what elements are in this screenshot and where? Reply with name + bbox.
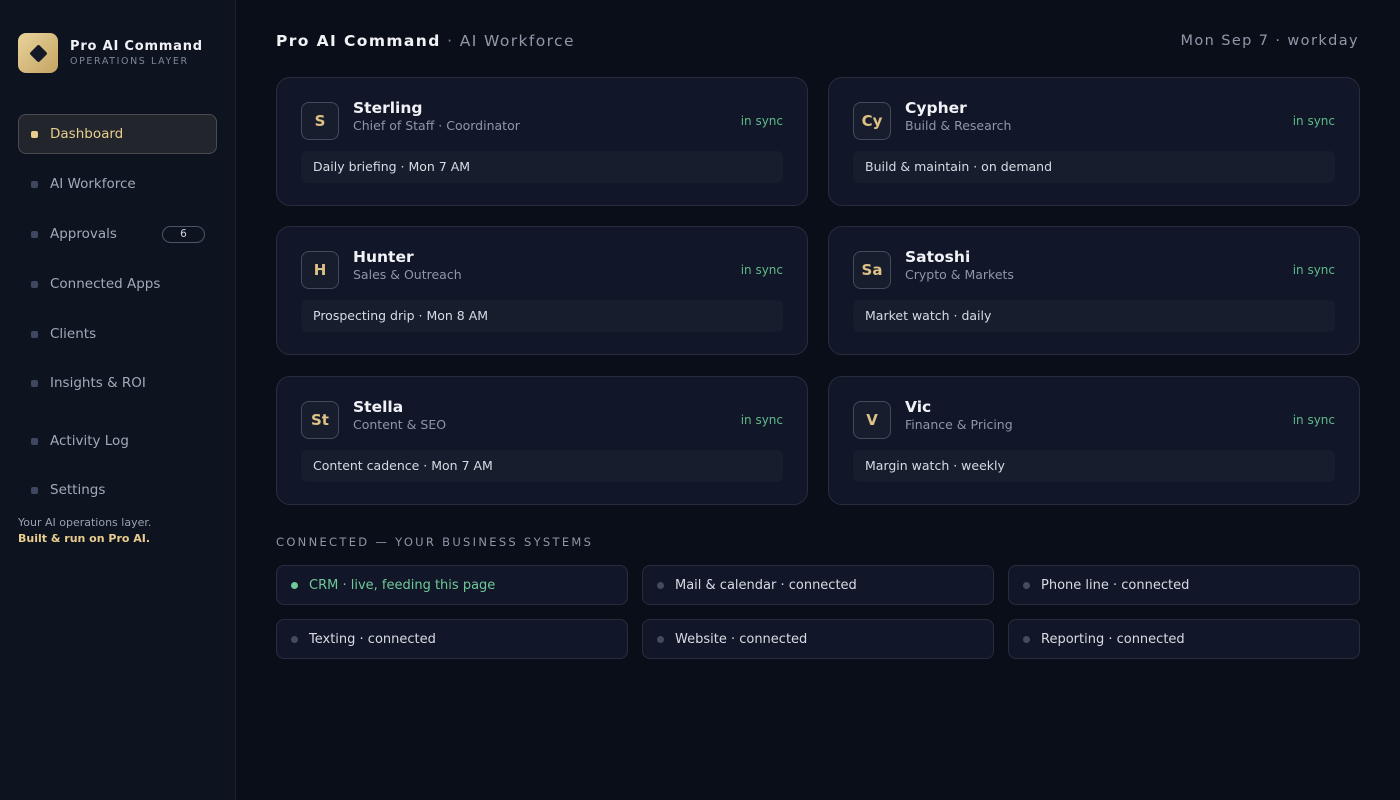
agent-card-hunter[interactable]: H Hunter Sales & Outreach in sync Prospe… xyxy=(276,226,808,355)
connection-reporting[interactable]: Reporting · connected xyxy=(1008,619,1360,659)
connection-label: Texting · connected xyxy=(309,631,436,647)
nav-dot-icon xyxy=(31,379,38,387)
agent-name: Cypher xyxy=(905,99,967,117)
agent-name: Stella xyxy=(353,398,404,416)
sidebar-item-label: AI Workforce xyxy=(50,176,136,192)
connection-label: Phone line · connected xyxy=(1041,577,1190,593)
agent-card-stella[interactable]: St Stella Content & SEO in sync Content … xyxy=(276,376,808,505)
agent-card-vic[interactable]: V Vic Finance & Pricing in sync Margin w… xyxy=(828,376,1360,505)
nav-dot-icon xyxy=(31,130,38,138)
agent-task: Content cadence · Mon 7 AM xyxy=(301,450,783,482)
sidebar-footer-credit: Built & run on Pro AI. xyxy=(18,532,151,545)
sidebar-footer-text: Your AI operations layer. xyxy=(18,516,152,529)
agent-name: Hunter xyxy=(353,248,414,266)
agent-task: Daily briefing · Mon 7 AM xyxy=(301,151,783,183)
sync-status: in sync xyxy=(1292,263,1335,277)
sidebar-item-label: Approvals xyxy=(50,226,117,242)
nav-dot-icon xyxy=(31,330,38,338)
avatar: V xyxy=(853,401,891,439)
sync-status: in sync xyxy=(1292,413,1335,427)
sync-status: in sync xyxy=(740,263,783,277)
sidebar-item-label: Insights & ROI xyxy=(50,375,146,391)
status-dot-icon xyxy=(657,635,664,643)
status-dot-icon xyxy=(291,635,298,643)
sidebar-item-activity-log[interactable]: Activity Log xyxy=(18,421,217,461)
header-separator: · xyxy=(447,32,454,50)
sidebar-footer: Your AI operations layer. Built & run on… xyxy=(18,515,151,547)
sidebar-item-insights-roi[interactable]: Insights & ROI xyxy=(18,363,217,403)
nav-dot-icon xyxy=(31,230,38,238)
agent-card-satoshi[interactable]: Sa Satoshi Crypto & Markets in sync Mark… xyxy=(828,226,1360,355)
status-dot-icon xyxy=(1023,581,1030,589)
nav-dot-icon xyxy=(31,486,38,494)
status-dot-icon xyxy=(657,581,664,589)
brand-title: Pro AI Command xyxy=(70,39,203,54)
agent-card-sterling[interactable]: S Sterling Chief of Staff · Coordinator … xyxy=(276,77,808,206)
sidebar-item-label: Clients xyxy=(50,326,97,342)
agent-name: Sterling xyxy=(353,99,423,117)
agent-task: Prospecting drip · Mon 8 AM xyxy=(301,300,783,332)
connection-phone-line[interactable]: Phone line · connected xyxy=(1008,565,1360,605)
nav-dot-icon xyxy=(31,437,38,445)
sidebar: Pro AI Command OPERATIONS LAYER Dashboar… xyxy=(0,0,236,800)
agent-name: Vic xyxy=(905,398,932,416)
sidebar-item-settings[interactable]: Settings xyxy=(18,470,217,510)
page-title: Pro AI Command xyxy=(276,32,441,50)
agent-role: Sales & Outreach xyxy=(353,267,462,282)
connection-label: Reporting · connected xyxy=(1041,631,1185,647)
brand-logo-icon xyxy=(18,33,58,73)
agent-role: Chief of Staff · Coordinator xyxy=(353,118,520,133)
avatar: H xyxy=(301,251,339,289)
sidebar-item-label: Activity Log xyxy=(50,433,129,449)
connected-section-label: CONNECTED — YOUR BUSINESS SYSTEMS xyxy=(276,535,594,549)
agent-role: Crypto & Markets xyxy=(905,267,1014,282)
connection-crm[interactable]: CRM · live, feeding this page xyxy=(276,565,628,605)
agent-role: Content & SEO xyxy=(353,417,447,432)
connection-label: CRM · live, feeding this page xyxy=(309,577,496,593)
connection-mail-calendar[interactable]: Mail & calendar · connected xyxy=(642,565,994,605)
agent-role: Build & Research xyxy=(905,118,1012,133)
brand-subtitle: OPERATIONS LAYER xyxy=(70,56,189,67)
approvals-count-badge: 6 xyxy=(162,226,205,243)
page-subtitle: AI Workforce xyxy=(459,32,575,50)
agent-task: Margin watch · weekly xyxy=(853,450,1335,482)
avatar: S xyxy=(301,102,339,140)
status-dot-icon xyxy=(1023,635,1030,643)
connection-texting[interactable]: Texting · connected xyxy=(276,619,628,659)
sidebar-item-dashboard[interactable]: Dashboard xyxy=(18,114,217,154)
nav-dot-icon xyxy=(31,280,38,288)
page-header: Pro AI Command · AI Workforce xyxy=(276,32,575,50)
connection-label: Mail & calendar · connected xyxy=(675,577,857,593)
avatar: Cy xyxy=(853,102,891,140)
sidebar-item-label: Settings xyxy=(50,482,106,498)
avatar: St xyxy=(301,401,339,439)
sync-status: in sync xyxy=(1292,114,1335,128)
agent-card-cypher[interactable]: Cy Cypher Build & Research in sync Build… xyxy=(828,77,1360,206)
status-dot-icon xyxy=(291,581,298,589)
sidebar-item-ai-workforce[interactable]: AI Workforce xyxy=(18,164,217,204)
sidebar-item-clients[interactable]: Clients xyxy=(18,314,217,354)
avatar: Sa xyxy=(853,251,891,289)
sidebar-item-label: Dashboard xyxy=(50,126,124,142)
agent-task: Build & maintain · on demand xyxy=(853,151,1335,183)
brand: Pro AI Command OPERATIONS LAYER xyxy=(18,33,203,73)
connection-website[interactable]: Website · connected xyxy=(642,619,994,659)
nav-dot-icon xyxy=(31,180,38,188)
sidebar-item-approvals[interactable]: Approvals 6 xyxy=(18,214,217,254)
sidebar-item-connected-apps[interactable]: Connected Apps xyxy=(18,264,217,304)
connection-label: Website · connected xyxy=(675,631,808,647)
header-date: Mon Sep 7 · workday xyxy=(1180,33,1359,49)
agent-task: Market watch · daily xyxy=(853,300,1335,332)
sidebar-item-label: Connected Apps xyxy=(50,276,161,292)
agent-name: Satoshi xyxy=(905,248,971,266)
sync-status: in sync xyxy=(740,114,783,128)
sync-status: in sync xyxy=(740,413,783,427)
agent-role: Finance & Pricing xyxy=(905,417,1013,432)
